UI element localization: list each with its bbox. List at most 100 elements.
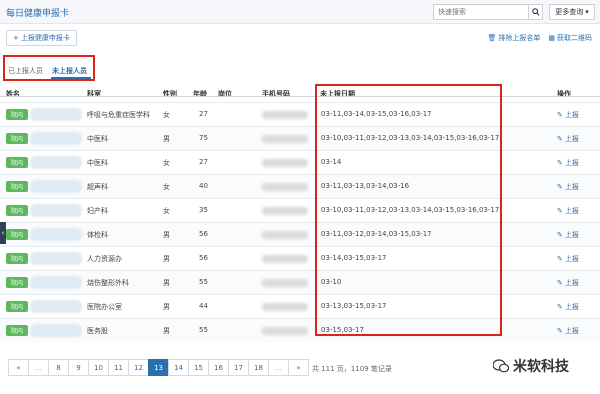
header-post[interactable]: 岗位 (218, 89, 232, 99)
report-action-link[interactable]: ✎ 上报 (557, 326, 579, 336)
page-15[interactable]: 15 (188, 359, 209, 376)
edit-icon: ✎ (557, 135, 563, 143)
header-dept[interactable]: 科室 (87, 89, 101, 99)
get-qr-link[interactable]: ▦ 获取二维码 (548, 33, 592, 43)
page-ellipsis: ... (28, 359, 49, 376)
report-action-label: 上报 (564, 279, 579, 287)
dates-cell: 03-11,03-14,03-15,03-16,03-17 (321, 110, 432, 118)
get-qr-label: 获取二维码 (557, 34, 592, 42)
dept-cell: 医院办公室 (87, 303, 122, 311)
edit-icon: ✎ (557, 327, 563, 335)
name-cell-redacted (30, 156, 82, 169)
page-9[interactable]: 9 (68, 359, 89, 376)
status-badge: 院内 (6, 277, 28, 288)
header-action: 操作 (557, 90, 571, 98)
tab-reported[interactable]: 已上报人员 (8, 66, 43, 76)
report-health-card-label: 上报健康申报卡 (20, 34, 70, 42)
table-row: 院内 医务股 男 55 03-15,03-17 ✎ 上报 (0, 318, 600, 342)
report-action-link[interactable]: ✎ 上报 (557, 158, 579, 168)
phone-cell-redacted (262, 135, 308, 143)
qr-icon: ▦ (548, 34, 555, 42)
report-action-link[interactable]: ✎ 上报 (557, 182, 579, 192)
phone-cell-redacted (262, 159, 308, 167)
dates-cell: 03-14,03-15,03-17 (321, 254, 387, 262)
dates-cell: 03-10 (321, 278, 342, 286)
dept-cell: 超声科 (87, 183, 108, 191)
header-dates[interactable]: 未上报日期 (320, 89, 355, 99)
header-gender[interactable]: 性别 (163, 89, 177, 99)
edit-icon: ✎ (557, 303, 563, 311)
report-action-link[interactable]: ✎ 上报 (557, 206, 579, 216)
edit-icon: ✎ (557, 159, 563, 167)
page-14[interactable]: 14 (168, 359, 189, 376)
page-10[interactable]: 10 (88, 359, 109, 376)
gender-cell: 女 (163, 207, 170, 215)
table-row: 院内 呼吸与危重症医学科 女 27 03-11,03-14,03-15,03-16,03… (0, 102, 600, 126)
status-badge: 院内 (6, 133, 28, 144)
exclude-list-label: 排除上报名单 (498, 34, 541, 42)
page-12[interactable]: 12 (128, 359, 149, 376)
dates-cell: 03-13,03-15,03-17 (321, 302, 387, 310)
dates-cell: 03-15,03-17 (321, 326, 364, 334)
wechat-logo-icon (493, 359, 509, 373)
page-prev[interactable]: « (8, 359, 29, 376)
report-action-link[interactable]: ✎ 上报 (557, 254, 579, 264)
phone-cell-redacted (262, 327, 308, 335)
dept-cell: 烧伤整形外科 (87, 279, 129, 287)
table-row: 院内 人力资源办 男 56 03-14,03-15,03-17 ✎ 上报 (0, 246, 600, 270)
more-query-button[interactable]: 更多查询 ▾ (549, 4, 595, 20)
dept-cell: 呼吸与危重症医学科 (87, 111, 150, 119)
page-17[interactable]: 17 (228, 359, 249, 376)
dept-cell: 中医科 (87, 135, 108, 143)
header-phone[interactable]: 手机号码 (262, 89, 290, 99)
name-cell-redacted (30, 276, 82, 289)
report-action-link[interactable]: ✎ 上报 (557, 110, 579, 120)
status-badge: 院内 (6, 301, 28, 312)
report-action-label: 上报 (564, 327, 579, 335)
edit-icon: ✎ (557, 231, 563, 239)
page-18[interactable]: 18 (248, 359, 269, 376)
page-16[interactable]: 16 (208, 359, 229, 376)
caret-down-icon: ▾ (585, 8, 589, 16)
report-action-label: 上报 (564, 111, 579, 119)
status-badge: 院内 (6, 109, 28, 120)
report-action-label: 上报 (564, 135, 579, 143)
page-11[interactable]: 11 (108, 359, 129, 376)
gender-cell: 女 (163, 111, 170, 119)
plus-icon: + (13, 34, 19, 42)
tab-unreported[interactable]: 未上报人员 (52, 66, 87, 76)
watermark: 米软科技 (493, 356, 569, 376)
search-button[interactable] (529, 4, 543, 20)
phone-cell-redacted (262, 255, 308, 263)
exclude-list-link[interactable]: 🗑 排除上报名单 (487, 33, 540, 43)
pagination-info: 共 111 页，1109 笔记录 (312, 365, 392, 373)
age-cell: 75 (199, 134, 208, 142)
phone-cell-redacted (262, 111, 308, 119)
report-action-label: 上报 (564, 231, 579, 239)
page-8[interactable]: 8 (48, 359, 69, 376)
report-action-link[interactable]: ✎ 上报 (557, 302, 579, 312)
report-action-link[interactable]: ✎ 上报 (557, 134, 579, 144)
top-bar: 每日健康申报卡 更多查询 ▾ (0, 0, 600, 24)
edit-icon: ✎ (557, 111, 563, 119)
search-input[interactable] (433, 4, 529, 20)
report-action-link[interactable]: ✎ 上报 (557, 278, 579, 288)
watermark-text: 米软科技 (513, 359, 569, 375)
report-health-card-button[interactable]: + 上报健康申报卡 (6, 30, 77, 46)
header-name[interactable]: 姓名 (6, 89, 20, 99)
gender-cell: 女 (163, 183, 170, 191)
status-badge: 院内 (6, 229, 28, 240)
gender-cell: 男 (163, 255, 170, 263)
gender-cell: 男 (163, 279, 170, 287)
dept-cell: 中医科 (87, 159, 108, 167)
page-next[interactable]: » (288, 359, 309, 376)
report-action-link[interactable]: ✎ 上报 (557, 230, 579, 240)
header-age[interactable]: 年龄 (193, 89, 207, 99)
search-icon (531, 8, 540, 16)
name-cell-redacted (30, 252, 82, 265)
name-cell-redacted (30, 228, 82, 241)
page-title: 每日健康申报卡 (6, 9, 70, 19)
sidebar-toggle[interactable]: ‹ (0, 222, 6, 244)
phone-cell-redacted (262, 231, 308, 239)
page-13[interactable]: 13 (148, 359, 169, 376)
